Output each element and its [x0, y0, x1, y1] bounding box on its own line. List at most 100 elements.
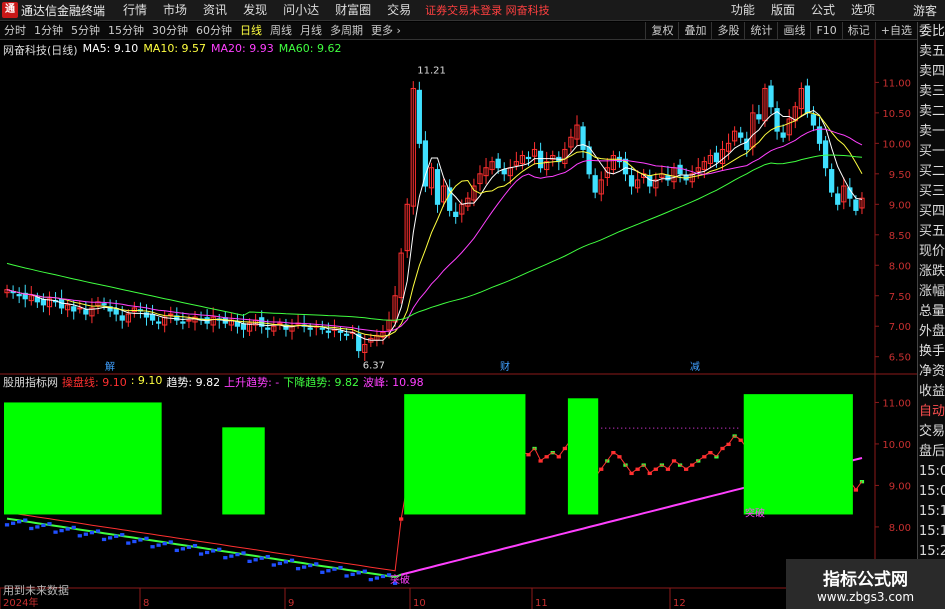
toolbar-button[interactable]: +自选 [874, 22, 917, 40]
candle [713, 152, 720, 163]
side-panel-item[interactable]: 买二 [918, 162, 945, 182]
candle [434, 169, 441, 205]
indicator-bar [83, 532, 88, 536]
side-panel-item[interactable]: 买三 [918, 182, 945, 202]
side-panel-item[interactable]: 买一 [918, 142, 945, 162]
candle [810, 114, 817, 126]
menu-news[interactable]: 资讯 [195, 0, 235, 21]
period-tab[interactable]: 多周期 [326, 22, 367, 40]
side-panel-item[interactable]: 卖三 [918, 82, 945, 102]
indicator-bar [162, 541, 167, 546]
indicator-bar [95, 529, 101, 533]
candle [101, 303, 107, 306]
candle [343, 333, 350, 336]
menu-trade[interactable]: 交易 [379, 0, 419, 21]
ytick-label: 8.50 [889, 231, 911, 242]
period-tab[interactable]: 分时 [0, 22, 30, 40]
ytick-label: 8.00 [889, 261, 911, 272]
side-panel-item[interactable]: 收益 [918, 382, 945, 402]
toolbar-button[interactable]: F10 [810, 22, 841, 40]
side-panel-item[interactable]: 现价 [918, 242, 945, 262]
legend-item: MA5: 9.10 [82, 42, 139, 55]
side-panel-item[interactable]: 15:13 [918, 502, 945, 522]
candle [756, 114, 762, 120]
candle [537, 150, 544, 169]
side-panel-item[interactable]: 卖一 [918, 122, 945, 142]
menu-quotes[interactable]: 行情 [115, 0, 155, 21]
ytick-label: 10.50 [882, 109, 911, 120]
toolbar-button[interactable]: 复权 [645, 22, 678, 40]
side-panel-item[interactable]: 换手 [918, 342, 945, 362]
app-logo-icon: 通 [2, 2, 18, 18]
side-panel-item[interactable]: 总量 [918, 302, 945, 322]
toolbar-button[interactable]: 多股 [711, 22, 744, 40]
guest-account[interactable]: 游客 [905, 2, 945, 19]
menu-formula[interactable]: 公式 [803, 0, 843, 21]
watermark-url: www.zbgs3.com [816, 589, 915, 604]
menu-wealth-circle[interactable]: 财富圈 [327, 0, 379, 21]
candle [592, 175, 598, 193]
side-panel-item[interactable]: 外盘 [918, 322, 945, 342]
signal-block [404, 394, 526, 515]
period-tab[interactable]: 更多 › [367, 22, 405, 40]
toolbar-button[interactable]: 标记 [841, 22, 875, 40]
side-panel-item[interactable]: 盘后 [918, 442, 945, 462]
side-panel-item[interactable]: 15:01 [918, 482, 945, 502]
legend-item: MA10: 9.57 [143, 42, 207, 55]
low-price-label: 6.37 [363, 361, 385, 372]
period-tab[interactable]: 5分钟 [67, 22, 104, 40]
trade-login-notice[interactable]: 证券交易未登录 网奋科技 [419, 2, 556, 18]
indicator-bar [132, 539, 137, 544]
indicator-bar [229, 554, 234, 558]
side-panel-item[interactable]: 买四 [918, 202, 945, 222]
menu-discover[interactable]: 发现 [235, 0, 275, 21]
indicator-bar [168, 540, 173, 544]
xtick-label: 9 [288, 598, 294, 609]
menu-layout[interactable]: 版面 [763, 0, 803, 21]
quote-side-panel: 委比 卖五 卖四 卖三 卖二 卖一 买一 买二 买三 买四 买五 现价 涨跌 涨幅 总量 外盘 换手 净资 收益 自动… [917, 22, 945, 609]
ytick-label: 7.50 [889, 292, 911, 303]
side-panel-item[interactable]: 15:00 [918, 462, 945, 482]
indicator-bar [144, 536, 149, 541]
menu-options[interactable]: 选项 [843, 0, 883, 21]
side-panel-item[interactable]: 15:16 [918, 522, 945, 542]
candle [453, 211, 459, 218]
indicator-bar [223, 556, 228, 560]
candle [325, 330, 332, 333]
candle [647, 175, 653, 187]
period-tab[interactable]: 15分钟 [104, 22, 148, 40]
kline-chart[interactable]: 11.00 10.50 10.00 9.50 9.00 8.50 8.00 7.50 7.00 6… [0, 40, 917, 609]
candle [822, 140, 829, 169]
watermark: 指标公式网 www.zbgs3.com [786, 559, 945, 609]
menu-ask-assistant[interactable]: 问小达 [275, 0, 327, 21]
menu-market[interactable]: 市场 [155, 0, 195, 21]
side-panel-item[interactable]: 净资 [918, 362, 945, 382]
side-panel-item[interactable]: 自动 [918, 402, 945, 422]
candle [835, 193, 841, 205]
side-panel-item[interactable]: 卖二 [918, 102, 945, 122]
period-tab[interactable]: 日线 [236, 22, 266, 40]
side-panel-item[interactable]: 委比 [918, 22, 945, 42]
period-tab[interactable]: 周线 [266, 22, 296, 40]
side-panel-item[interactable]: 买五 [918, 222, 945, 242]
side-panel-item[interactable]: 涨幅 [918, 282, 945, 302]
period-tab[interactable]: 30分钟 [148, 22, 192, 40]
side-panel-item[interactable]: 卖五 [918, 42, 945, 62]
toolbar-button[interactable]: 统计 [744, 22, 777, 40]
period-tab[interactable]: 1分钟 [30, 22, 67, 40]
toolbar-button[interactable]: 叠加 [678, 22, 711, 40]
period-tab[interactable]: 60分钟 [192, 22, 236, 40]
menu-functions[interactable]: 功能 [723, 0, 763, 21]
period-tab[interactable]: 月线 [296, 22, 326, 40]
candle [768, 85, 774, 108]
side-panel-item[interactable]: 交易 [918, 422, 945, 442]
side-panel-item[interactable]: 涨跌 [918, 262, 945, 282]
period-toolbar: 分时 1分钟 5分钟 15分钟 30分钟 60分钟 日线 周线 月线 多周期 更多 › 复权 叠加 多股统… [0, 22, 917, 40]
side-panel-item[interactable]: 卖四 [918, 62, 945, 82]
toolbar-button[interactable]: 画线 [777, 22, 810, 40]
candle [829, 169, 835, 193]
xtick-label: 11 [535, 598, 548, 609]
indicator-bar [23, 518, 28, 522]
indicator-bar [47, 522, 52, 526]
event-marker: 减 [690, 361, 700, 373]
